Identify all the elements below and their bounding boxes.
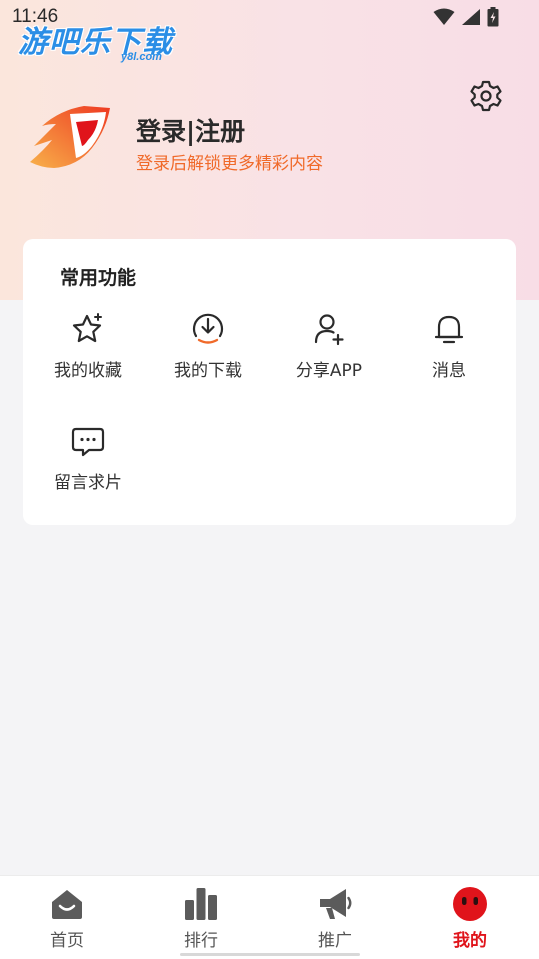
nav-mine[interactable]: 我的 [403,876,537,956]
wifi-icon [433,8,455,25]
downloads-button[interactable]: 我的下载 [148,311,268,401]
favorites-button[interactable]: 我的收藏 [28,311,148,401]
login-register-link[interactable]: 登录|注册 [136,112,245,148]
gear-icon [470,80,502,112]
watermark-domain: y8l.com [121,51,162,63]
home-icon [52,890,82,919]
battery-icon [487,7,499,27]
favorites-label: 我的收藏 [54,361,122,381]
nav-home[interactable]: 首页 [0,876,134,956]
nav-promotion[interactable]: 推广 [268,876,402,956]
nav-ranking-label: 排行 [184,931,218,951]
profile-face-icon [453,887,487,921]
messages-label: 消息 [432,361,466,381]
bottom-navigation: 首页 排行 推广 我的 [0,875,539,959]
request-film-label: 留言求片 [54,473,122,493]
login-subtitle: 登录后解锁更多精彩内容 [136,154,323,174]
common-features-card: 常用功能 我的收藏 我的下载 分享APP 消息 留言求片 [23,239,516,525]
app-logo [26,100,112,172]
request-film-button[interactable]: 留言求片 [28,423,148,513]
nav-home-label: 首页 [50,931,84,951]
message-icon [71,427,105,457]
share-app-button[interactable]: 分享APP [269,311,389,401]
home-indicator [180,953,360,956]
bell-icon [434,315,464,344]
add-user-icon [314,314,344,346]
ranking-icon [185,888,217,920]
star-icon [72,313,102,343]
status-icons [433,7,499,27]
cellular-signal-icon [462,9,480,25]
features-title: 常用功能 [60,267,137,289]
flame-logo-icon [30,106,110,168]
messages-button[interactable]: 消息 [389,311,509,401]
download-icon [192,313,224,344]
nav-mine-label: 我的 [453,931,487,951]
share-app-label: 分享APP [295,361,363,381]
settings-gear-button[interactable] [468,78,504,114]
nav-ranking[interactable]: 排行 [134,876,268,956]
megaphone-icon [320,889,352,919]
downloads-label: 我的下载 [174,361,242,381]
nav-promotion-label: 推广 [318,931,352,951]
